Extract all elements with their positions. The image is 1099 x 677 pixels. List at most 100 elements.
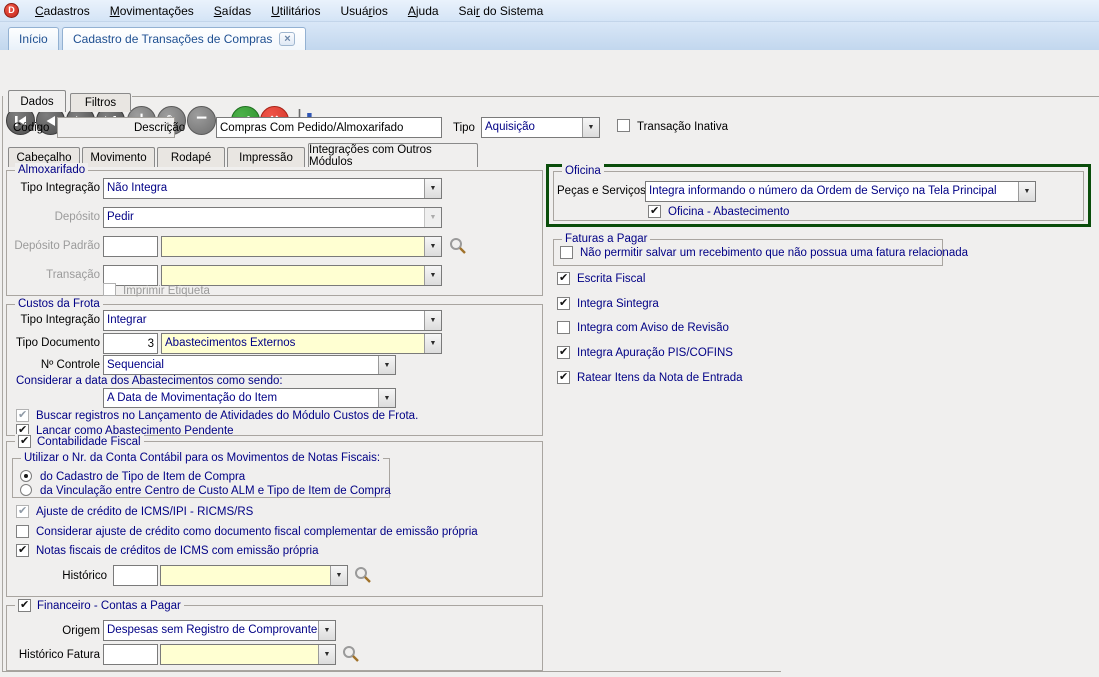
menu-item-sair[interactable]: Sair do Sistema bbox=[449, 2, 554, 20]
radio-vinculacao-centro-custo[interactable] bbox=[20, 484, 32, 496]
ajuste-credito-label: Ajuste de crédito de ICMS/IPI - RICMS/RS bbox=[36, 505, 253, 520]
transacao-inativa-label: Transação Inativa bbox=[637, 120, 728, 135]
dropdown-arrow-icon[interactable]: ▼ bbox=[582, 118, 599, 137]
dropdown-arrow-icon[interactable]: ▼ bbox=[378, 389, 395, 407]
historico-select[interactable]: ▼ bbox=[160, 565, 348, 586]
escrita-fiscal-checkbox[interactable] bbox=[557, 272, 570, 285]
tab-cadastro-transacoes-compras[interactable]: Cadastro de Transações de Compras × bbox=[62, 27, 306, 50]
ratear-itens-nota-entrada-checkbox[interactable] bbox=[557, 371, 570, 384]
considerar-ajuste-label: Considerar ajuste de crédito como docume… bbox=[36, 525, 478, 540]
imprimir-etiqueta-label: Imprimir Etiqueta bbox=[123, 284, 210, 299]
menu-item-movimentacoes[interactable]: Movimentações bbox=[100, 2, 204, 20]
menu-item-cadastros[interactable]: Cadastros bbox=[25, 2, 100, 20]
tab-inicio[interactable]: Início bbox=[8, 27, 59, 50]
sheet-top-border bbox=[132, 96, 1099, 97]
minus-icon: − bbox=[196, 108, 207, 130]
integra-sintegra-label: Integra Sintegra bbox=[577, 297, 659, 312]
dropdown-arrow-icon[interactable]: ▼ bbox=[1018, 182, 1035, 201]
cf-tipo-documento-label: Tipo Documento bbox=[8, 336, 100, 351]
notas-fiscais-label: Notas fiscais de créditos de ICMS com em… bbox=[36, 544, 319, 559]
menu-item-utilitarios[interactable]: Utilitários bbox=[261, 2, 330, 20]
alm-deposito-padrao-select[interactable]: ▼ bbox=[161, 236, 442, 257]
nao-permitir-salvar-checkbox[interactable] bbox=[560, 246, 573, 259]
oficina-abastecimento-label: Oficina - Abastecimento bbox=[668, 205, 789, 220]
toolbar: + ✎ − ✔ ✖ bbox=[0, 50, 1099, 90]
financeiro-title: Financeiro - Contas a Pagar bbox=[37, 600, 181, 612]
buscar-registros-checkbox bbox=[16, 409, 29, 422]
cf-num-controle-label: Nº Controle bbox=[8, 358, 100, 373]
alm-deposito-padrao-code-field[interactable] bbox=[103, 236, 158, 257]
dropdown-arrow-icon[interactable]: ▼ bbox=[424, 266, 441, 285]
cf-num-controle-select[interactable]: Sequencial ▼ bbox=[103, 355, 396, 375]
alm-tipo-integracao-select[interactable]: Não Integra ▼ bbox=[103, 178, 442, 199]
tab-dados[interactable]: Dados bbox=[8, 90, 66, 112]
integra-apuracao-pis-cofins-checkbox[interactable] bbox=[557, 346, 570, 359]
alm-tipo-integracao-label: Tipo Integração bbox=[8, 181, 100, 196]
menu-item-ajuda[interactable]: Ajuda bbox=[398, 2, 449, 20]
window-tab-strip: Início Cadastro de Transações de Compras… bbox=[0, 22, 1099, 50]
dropdown-arrow-icon[interactable]: ▼ bbox=[424, 334, 441, 353]
alm-deposito-padrao-label: Depósito Padrão bbox=[8, 239, 100, 254]
dropdown-arrow-icon: ▼ bbox=[424, 208, 441, 227]
oficina-abastecimento-checkbox[interactable] bbox=[648, 205, 661, 218]
escrita-fiscal-label: Escrita Fiscal bbox=[577, 272, 645, 287]
alm-deposito-select: Pedir ▼ bbox=[103, 207, 442, 228]
cf-tipo-integracao-select[interactable]: Integrar ▼ bbox=[103, 310, 442, 331]
delete-record-button[interactable]: − bbox=[187, 106, 216, 135]
app-icon: D bbox=[4, 3, 19, 18]
cf-data-abastecimentos-select[interactable]: A Data de Movimentação do Item ▼ bbox=[103, 388, 396, 408]
search-icon[interactable] bbox=[342, 645, 360, 666]
tipo-select[interactable]: Aquisição ▼ bbox=[481, 117, 600, 138]
subtab-integracoes[interactable]: Integrações com Outros Módulos bbox=[308, 143, 478, 167]
dropdown-arrow-icon[interactable]: ▼ bbox=[424, 311, 441, 330]
cf-tipo-documento-select[interactable]: Abastecimentos Externos ▼ bbox=[161, 333, 442, 354]
subtab-rodape[interactable]: Rodapé bbox=[157, 147, 225, 167]
historico-fatura-select[interactable]: ▼ bbox=[160, 644, 336, 665]
subtab-movimento[interactable]: Movimento bbox=[82, 147, 155, 167]
dropdown-arrow-icon[interactable]: ▼ bbox=[330, 566, 347, 585]
alm-deposito-label: Depósito bbox=[8, 210, 100, 225]
alm-transacao-label: Transação bbox=[8, 268, 100, 283]
buscar-registros-label: Buscar registros no Lançamento de Ativid… bbox=[36, 409, 418, 424]
subtab-impressao[interactable]: Impressão bbox=[227, 147, 305, 167]
alm-transacao-select[interactable]: ▼ bbox=[161, 265, 442, 286]
menu-bar: D Cadastros Movimentações Saídas Utilitá… bbox=[0, 0, 1099, 22]
dropdown-arrow-icon[interactable]: ▼ bbox=[318, 645, 335, 664]
pecas-servicos-select[interactable]: Integra informando o número da Ordem de … bbox=[645, 181, 1036, 202]
radio-cadastro-tipo-item-label: do Cadastro de Tipo de Item de Compra bbox=[40, 470, 245, 485]
considerar-ajuste-checkbox[interactable] bbox=[16, 525, 29, 538]
integra-aviso-revisao-label: Integra com Aviso de Revisão bbox=[577, 321, 729, 336]
dropdown-arrow-icon[interactable]: ▼ bbox=[318, 621, 335, 640]
ajuste-credito-checkbox bbox=[16, 505, 29, 518]
integra-aviso-revisao-checkbox[interactable] bbox=[557, 321, 570, 334]
origem-label: Origem bbox=[55, 624, 100, 639]
contabilidade-fiscal-checkbox[interactable] bbox=[18, 435, 31, 448]
menu-item-usuarios[interactable]: Usuários bbox=[330, 2, 397, 20]
cf-tipo-documento-code-field[interactable] bbox=[103, 333, 158, 354]
sheet-left-border bbox=[2, 96, 3, 671]
radio-cadastro-tipo-item[interactable] bbox=[20, 470, 32, 482]
menu-item-saidas[interactable]: Saídas bbox=[204, 2, 261, 20]
historico-fatura-label: Histórico Fatura bbox=[8, 648, 100, 663]
pecas-servicos-label: Peças e Serviços bbox=[557, 184, 646, 199]
contabilidade-fiscal-title: Contabilidade Fiscal bbox=[37, 436, 141, 448]
integra-sintegra-checkbox[interactable] bbox=[557, 297, 570, 310]
historico-fatura-code-field[interactable] bbox=[103, 644, 158, 665]
radio-vinculacao-centro-custo-label: da Vinculação entre Centro de Custo ALM … bbox=[40, 484, 391, 499]
transacao-inativa-checkbox[interactable] bbox=[617, 119, 630, 132]
dropdown-arrow-icon[interactable]: ▼ bbox=[424, 179, 441, 198]
tab-filtros[interactable]: Filtros bbox=[70, 93, 131, 112]
tipo-label: Tipo bbox=[453, 121, 475, 136]
nao-permitir-salvar-label: Não permitir salvar um recebimento que n… bbox=[580, 246, 968, 261]
search-icon[interactable] bbox=[449, 237, 467, 258]
dropdown-arrow-icon[interactable]: ▼ bbox=[378, 356, 395, 374]
notas-fiscais-checkbox[interactable] bbox=[16, 544, 29, 557]
origem-select[interactable]: Despesas sem Registro de Comprovante ▼ bbox=[103, 620, 336, 641]
descricao-field[interactable] bbox=[216, 117, 442, 138]
historico-code-field[interactable] bbox=[113, 565, 158, 586]
dropdown-arrow-icon[interactable]: ▼ bbox=[424, 237, 441, 256]
financeiro-checkbox[interactable] bbox=[18, 599, 31, 612]
close-tab-icon[interactable]: × bbox=[279, 32, 295, 46]
search-icon[interactable] bbox=[354, 566, 372, 587]
imprimir-etiqueta-checkbox bbox=[103, 283, 116, 296]
